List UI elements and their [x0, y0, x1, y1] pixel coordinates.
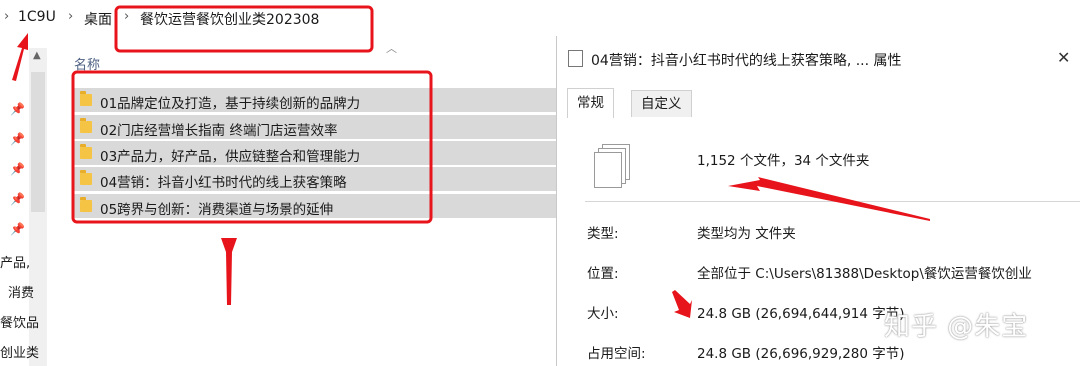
scroll-thumb[interactable] [31, 72, 45, 212]
dialog-tabs: 常规 自定义 [567, 88, 1080, 119]
nav-item[interactable]: 创业类 [0, 342, 39, 361]
size-label: 大小: [587, 306, 619, 322]
type-value: 类型均为 文件夹 [697, 226, 796, 242]
disk-usage-label: 占用空间: [587, 346, 646, 362]
nav-item[interactable]: 产品, [0, 252, 30, 271]
size-value: 24.8 GB (26,694,644,914 字节) [697, 306, 905, 322]
folder-name: 03产品力，好产品，供应链整合和管理能力 [100, 149, 361, 165]
type-label: 类型: [587, 226, 619, 242]
folder-name: 02门店经营增长指南 终端门店运营效率 [100, 123, 338, 139]
file-count-summary: 1,152 个文件，34 个文件夹 [697, 153, 870, 169]
close-icon[interactable]: ✕ [1057, 48, 1070, 67]
address-bar[interactable]: › 1C9U › 桌面 › 餐饮运营餐饮创业类202308 [0, 0, 556, 36]
chevron-right-icon: › [68, 9, 74, 24]
pin-icon: 📌 [10, 192, 25, 206]
folder-row[interactable]: 05跨界与创新：消费渠道与场景的延伸 [74, 194, 556, 218]
folder-row[interactable]: 03产品力，好产品，供应链整合和管理能力 [74, 141, 556, 165]
navigation-pane: ▲ 📌 📌 📌 📌 📌 产品, 消费 餐饮品 创业类 [0, 36, 52, 366]
nav-item[interactable]: 餐饮品 [0, 312, 39, 331]
folder-name: 05跨界与创新：消费渠道与场景的延伸 [100, 202, 334, 218]
location-label: 位置: [587, 266, 619, 282]
folder-icon [80, 118, 92, 133]
folder-icon [80, 197, 92, 212]
multiple-files-icon [594, 144, 630, 188]
disk-usage-value: 24.8 GB (26,696,929,280 字节) [697, 346, 905, 362]
pin-icon: 📌 [10, 162, 25, 176]
tab-general[interactable]: 常规 [567, 88, 614, 119]
scroll-up-icon[interactable]: ▲ [33, 50, 41, 61]
folder-name: 01品牌定位及打造，基于持续创新的品牌力 [100, 96, 361, 112]
divider [585, 201, 1080, 202]
folder-name: 04营销：抖音小红书时代的线上获客策略 [100, 175, 347, 191]
chevron-right-icon: › [124, 9, 130, 24]
folder-icon [80, 170, 92, 185]
location-value: 全部位于 C:\Users\81388\Desktop\餐饮运营餐饮创业 [697, 266, 1032, 282]
folder-row[interactable]: 04营销：抖音小红书时代的线上获客策略 [74, 167, 556, 191]
pin-icon: 📌 [10, 102, 25, 116]
watermark-text: 知乎 @朱宝 [884, 312, 1029, 342]
folder-icon [80, 144, 92, 159]
tab-custom[interactable]: 自定义 [631, 90, 692, 117]
breadcrumb-root[interactable]: 1C9U [18, 9, 56, 25]
chevron-right-icon: › [4, 9, 10, 24]
folder-row[interactable]: 01品牌定位及打造，基于持续创新的品牌力 [74, 88, 556, 112]
breadcrumb-current-folder[interactable]: 餐饮运营餐饮创业类202308 [140, 9, 319, 29]
dialog-title: 04营销：抖音小红书时代的线上获客策略, ... 属性 [591, 53, 902, 69]
nav-item[interactable]: 消费 [8, 282, 34, 301]
column-header-name[interactable]: 名称 [74, 54, 100, 73]
pin-icon: 📌 [10, 132, 25, 146]
breadcrumb-desktop[interactable]: 桌面 [84, 9, 112, 29]
pin-icon: 📌 [10, 222, 25, 236]
file-icon [568, 50, 583, 67]
folder-icon [80, 91, 92, 106]
sort-ascending-icon: ︿ [386, 42, 397, 55]
file-list: ︿ 名称 01品牌定位及打造，基于持续创新的品牌力 02门店经营增长指南 终端门… [52, 36, 556, 366]
folder-row[interactable]: 02门店经营增长指南 终端门店运营效率 [74, 115, 556, 139]
